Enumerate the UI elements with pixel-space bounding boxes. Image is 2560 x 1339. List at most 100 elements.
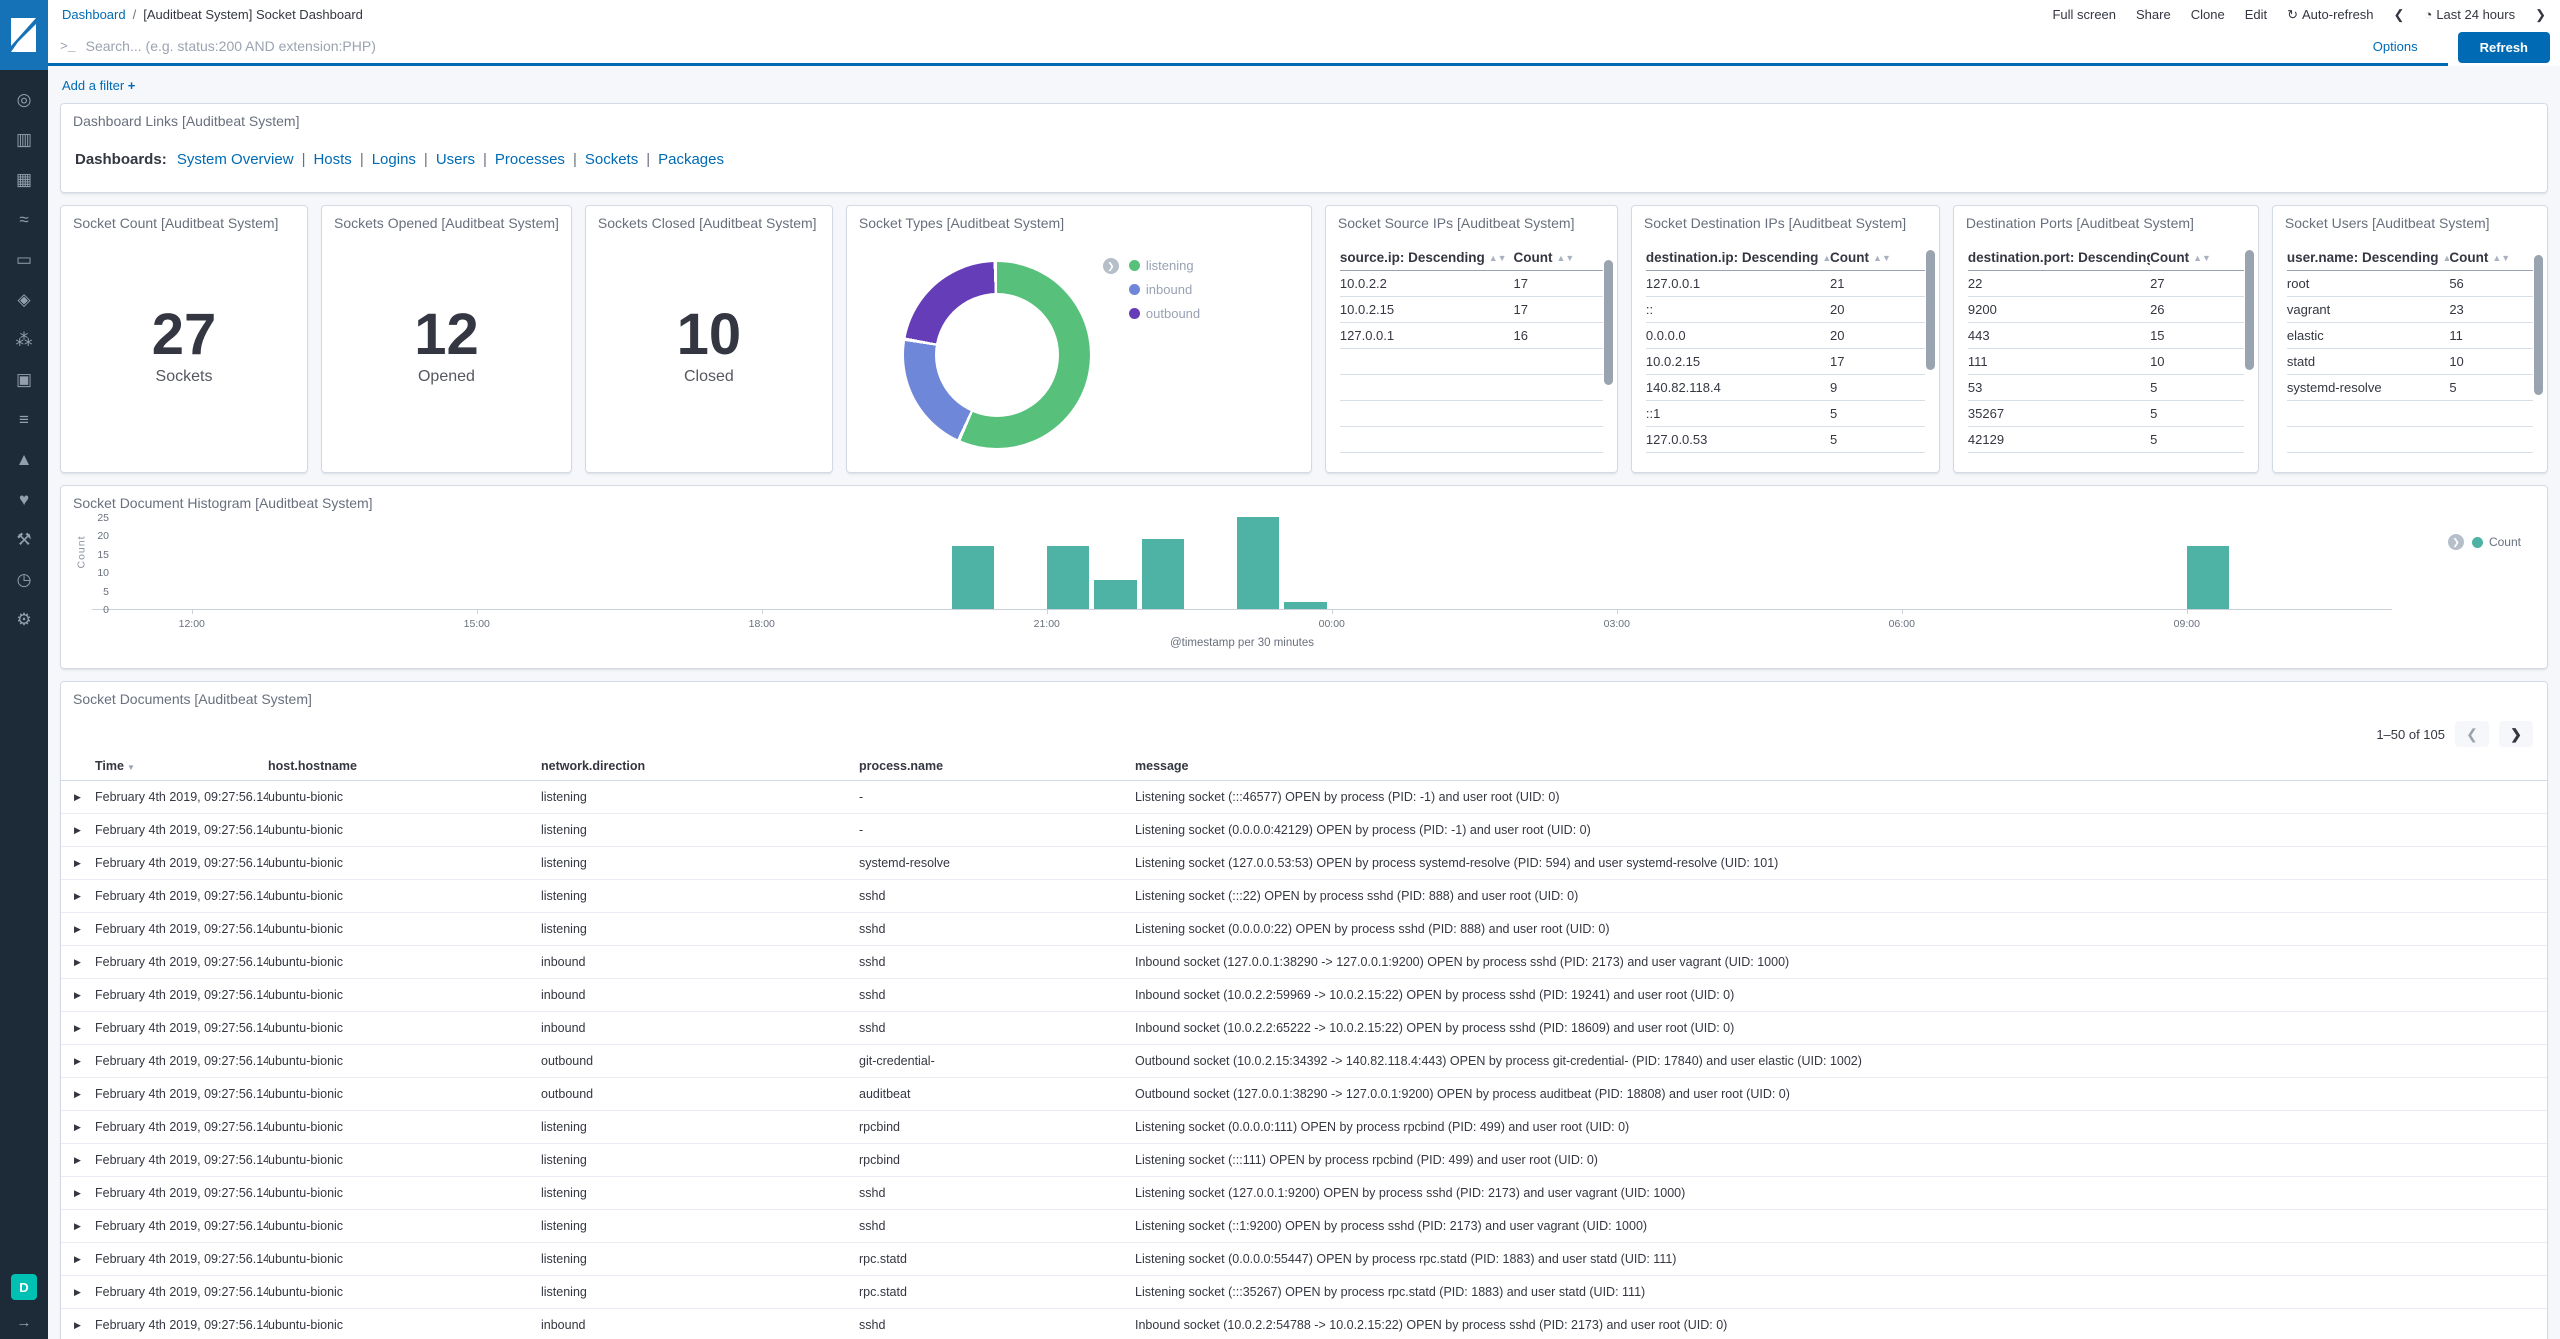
scrollbar[interactable] <box>1603 250 1613 464</box>
histogram-bar-22:00[interactable] <box>1141 539 1185 609</box>
column-header-count[interactable]: Count ▲▼ <box>1514 250 1603 265</box>
dashboard-link-users[interactable]: Users <box>436 151 475 168</box>
column-header-hostname[interactable]: host.hostname <box>268 759 541 773</box>
bucket-value[interactable]: elastic <box>2287 328 2449 343</box>
next-page-button[interactable]: ❯ <box>2499 721 2533 747</box>
column-header-source.ip[interactable]: source.ip: Descending ▲▼ <box>1340 250 1514 265</box>
column-header-process[interactable]: process.name <box>859 759 1135 773</box>
column-header-count[interactable]: Count ▲▼ <box>1830 250 1925 265</box>
legend-item-listening[interactable]: listening <box>1128 258 1200 273</box>
sort-icon[interactable]: ▲▼ <box>2492 253 2510 263</box>
expand-row-icon[interactable]: ▶ <box>61 1089 95 1100</box>
column-header-destination.port[interactable]: destination.port: Descending▲▼ <box>1968 250 2150 265</box>
dashboard-link-logins[interactable]: Logins <box>372 151 416 168</box>
column-header-direction[interactable]: network.direction <box>541 759 859 773</box>
bucket-value[interactable]: 42129 <box>1968 432 2150 447</box>
legend-label[interactable]: Count <box>2489 535 2521 549</box>
sort-icon[interactable]: ▲▼ <box>1556 253 1574 263</box>
bucket-value[interactable]: 151.101.0.222 <box>1646 458 1830 459</box>
add-filter-link[interactable]: Add a filter + <box>62 78 135 93</box>
histogram-bar-23:30[interactable] <box>1284 601 1327 609</box>
scrollbar-thumb[interactable] <box>2244 250 2254 370</box>
dashboard-link-sockets[interactable]: Sockets <box>585 151 638 168</box>
refresh-button[interactable]: Refresh <box>2457 32 2550 63</box>
sort-icon[interactable]: ▲▼ <box>1873 253 1891 263</box>
scrollbar[interactable] <box>2534 250 2543 464</box>
expand-row-icon[interactable]: ▶ <box>61 1254 95 1265</box>
column-header-message[interactable]: message <box>1135 759 2547 773</box>
bucket-value[interactable]: 127.0.0.1 <box>1646 276 1830 291</box>
scrollbar-thumb[interactable] <box>1925 250 1935 370</box>
sort-icon[interactable]: ▲▼ <box>2442 253 2449 263</box>
histogram-bar-21:30[interactable] <box>1094 579 1137 609</box>
legend-item-outbound[interactable]: outbound <box>1128 306 1200 321</box>
clone-button[interactable]: Clone <box>2191 7 2225 22</box>
column-header-count[interactable]: Count ▲▼ <box>2449 250 2533 265</box>
column-header-user.name[interactable]: user.name: Descending▲▼ <box>2287 250 2449 265</box>
dashboard-link-hosts[interactable]: Hosts <box>313 151 351 168</box>
bucket-value[interactable]: ::1 <box>1646 406 1830 421</box>
expand-row-icon[interactable]: ▶ <box>61 1221 95 1232</box>
bucket-value[interactable]: root <box>2287 276 2449 291</box>
prev-page-button[interactable]: ❮ <box>2455 721 2489 747</box>
dashboard-link-packages[interactable]: Packages <box>658 151 724 168</box>
column-header-destination.ip[interactable]: destination.ip: Descending▲▼ <box>1646 250 1830 265</box>
expand-row-icon[interactable]: ▶ <box>61 825 95 836</box>
bucket-value[interactable]: 22 <box>1968 276 2150 291</box>
expand-row-icon[interactable]: ▶ <box>61 990 95 1001</box>
bucket-value[interactable]: 111 <box>1968 354 2150 369</box>
bucket-value[interactable]: 0.0.0.0 <box>1646 328 1830 343</box>
expand-row-icon[interactable]: ▶ <box>61 957 95 968</box>
time-back-chevron[interactable]: ❮ <box>2394 7 2405 23</box>
bucket-value[interactable]: 10.0.2.2 <box>1340 276 1514 291</box>
column-header-time[interactable]: Time ▼ <box>95 759 268 773</box>
scrollbar-thumb[interactable] <box>1603 260 1613 385</box>
bucket-value[interactable]: :: <box>1646 302 1830 317</box>
query-options-link[interactable]: Options <box>2373 39 2418 54</box>
bucket-value[interactable]: 53 <box>1968 380 2150 395</box>
share-button[interactable]: Share <box>2136 7 2171 22</box>
space-avatar[interactable]: D <box>11 1274 37 1300</box>
legend-toggle-icon[interactable]: ❯ <box>2447 534 2464 550</box>
nav-machine-learning-icon[interactable]: ⁂ <box>0 320 48 360</box>
bucket-value[interactable]: vagrant <box>2287 302 2449 317</box>
scrollbar-thumb[interactable] <box>2534 255 2543 395</box>
bucket-value[interactable]: 443 <box>1968 328 2150 343</box>
bucket-value[interactable]: 140.82.118.4 <box>1646 380 1830 395</box>
bucket-value[interactable]: 127.0.0.1 <box>1340 328 1514 343</box>
nav-maps-icon[interactable]: ◈ <box>0 280 48 320</box>
bucket-value[interactable]: 127.0.0.53 <box>1646 432 1830 447</box>
nav-monitoring-icon[interactable]: ◷ <box>0 560 48 600</box>
dashboard-link-system-overview[interactable]: System Overview <box>177 151 294 168</box>
legend-toggle-icon[interactable]: ❯ <box>1102 258 1119 274</box>
expand-row-icon[interactable]: ▶ <box>61 1188 95 1199</box>
nav-timelion-icon[interactable]: ≈ <box>0 200 48 240</box>
nav-management-icon[interactable]: ⚙ <box>0 600 48 640</box>
bucket-value[interactable]: 9200 <box>1968 302 2150 317</box>
expand-row-icon[interactable]: ▶ <box>61 1287 95 1298</box>
nav-dev-tools-icon[interactable]: ⚒ <box>0 520 48 560</box>
histogram-bar-23:00[interactable] <box>1236 517 1280 609</box>
nav-uptime-icon[interactable]: ♥ <box>0 480 48 520</box>
bucket-value[interactable]: systemd-resolve <box>2287 380 2449 395</box>
expand-row-icon[interactable]: ▶ <box>61 1023 95 1034</box>
histogram-bar-09:00[interactable] <box>2186 546 2230 609</box>
expand-row-icon[interactable]: ▶ <box>61 858 95 869</box>
sort-icon[interactable]: ▲▼ <box>2193 253 2211 263</box>
column-header-count[interactable]: Count ▲▼ <box>2150 250 2244 265</box>
collapse-nav-icon[interactable]: → <box>17 1314 32 1331</box>
bucket-value[interactable]: 35267 <box>1968 406 2150 421</box>
dashboard-link-processes[interactable]: Processes <box>495 151 565 168</box>
edit-button[interactable]: Edit <box>2245 7 2267 22</box>
nav-logs-icon[interactable]: ≡ <box>0 400 48 440</box>
nav-dashboard-icon[interactable]: ▦ <box>0 160 48 200</box>
search-input[interactable] <box>85 38 2355 54</box>
bucket-value[interactable]: 10.0.2.15 <box>1340 302 1514 317</box>
time-range-picker[interactable]: ◔ Last 24 hours <box>2424 7 2515 22</box>
histogram-bar-21:00[interactable] <box>1046 546 1090 609</box>
nav-infrastructure-icon[interactable]: ▣ <box>0 360 48 400</box>
scrollbar[interactable] <box>1925 250 1935 464</box>
nav-visualize-icon[interactable]: ▥ <box>0 120 48 160</box>
nav-canvas-icon[interactable]: ▭ <box>0 240 48 280</box>
sort-icon[interactable]: ▲▼ <box>1489 253 1507 263</box>
